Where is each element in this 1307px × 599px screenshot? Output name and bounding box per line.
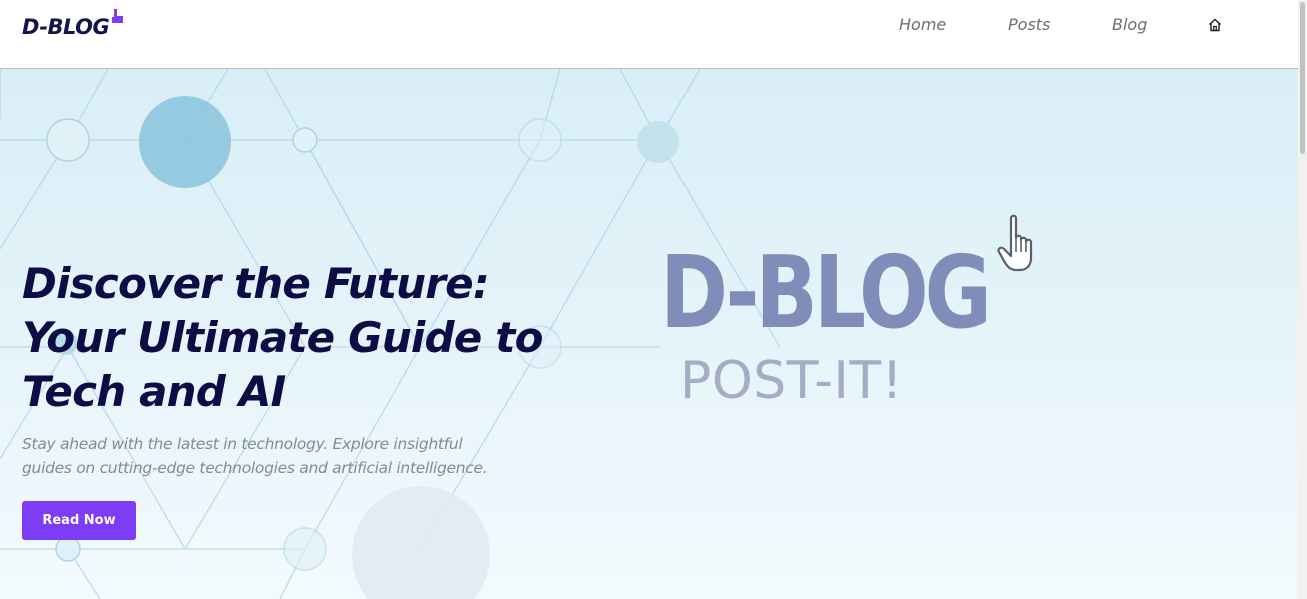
nav-blog[interactable]: Blog bbox=[1112, 14, 1147, 36]
hero-title-line: Tech and AI bbox=[22, 367, 286, 416]
hero-subtitle: Stay ahead with the latest in technology… bbox=[22, 432, 562, 480]
site-header: D-BLOG Home Posts Blog bbox=[0, 0, 1298, 69]
hero-subtitle-line: guides on cutting-edge technologies and … bbox=[22, 459, 488, 477]
nav-posts[interactable]: Posts bbox=[1008, 14, 1050, 36]
page-scrollbar[interactable] bbox=[1298, 0, 1307, 599]
logo-text: D-BLOG bbox=[22, 15, 110, 39]
hero-brand-tagline: POST-IT! bbox=[680, 351, 903, 411]
nav-home[interactable]: Home bbox=[899, 14, 946, 36]
home-icon[interactable] bbox=[1207, 17, 1223, 33]
pointer-hand-logo-icon bbox=[112, 9, 124, 23]
hero-title-line: Your Ultimate Guide to bbox=[22, 313, 543, 362]
site-logo[interactable]: D-BLOG bbox=[22, 9, 126, 42]
hero-title: Discover the Future: Your Ultimate Guide… bbox=[22, 257, 582, 419]
hand-pointer-icon bbox=[997, 214, 1033, 272]
hero-subtitle-line: Stay ahead with the latest in technology… bbox=[22, 435, 463, 453]
hero-section: Discover the Future: Your Ultimate Guide… bbox=[0, 69, 1298, 599]
hero-title-line: Discover the Future: bbox=[22, 259, 490, 308]
read-now-button[interactable]: Read Now bbox=[22, 501, 136, 540]
hero-brand-wordmark: D-BLOG bbox=[660, 234, 992, 351]
scrollbar-thumb[interactable] bbox=[1300, 2, 1305, 154]
